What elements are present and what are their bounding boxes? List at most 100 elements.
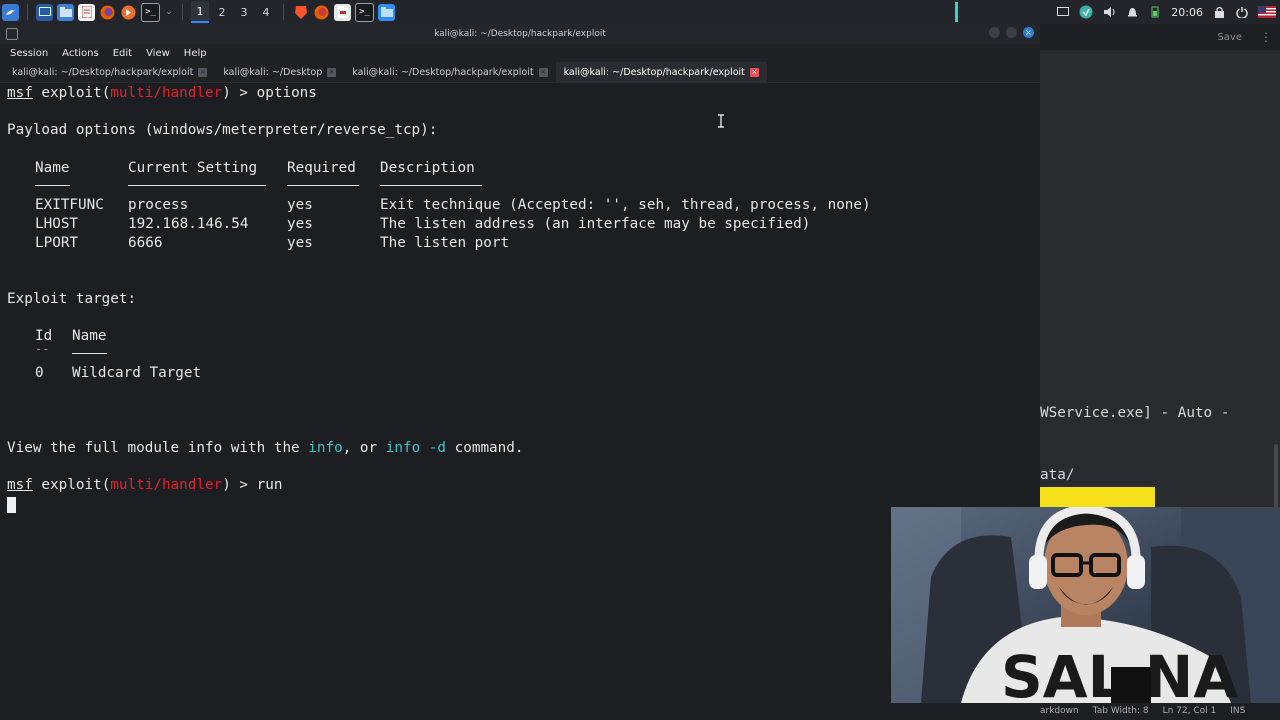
- tab-close-icon[interactable]: ×: [198, 67, 208, 77]
- volume-icon[interactable]: [1102, 5, 1116, 19]
- prompt-suffix: ) >: [222, 85, 257, 101]
- panel-launchers: >_ ⌄ 1 2 3 4 >_: [0, 0, 395, 24]
- header-underline: [380, 185, 482, 186]
- terminal-window[interactable]: kali@kali: ~/Desktop/hackpark/exploit × …: [0, 24, 1040, 720]
- terminal-tabbar: kali@kali: ~/Desktop/hackpark/exploit × …: [0, 62, 1040, 83]
- us-flag-icon[interactable]: [1258, 5, 1276, 19]
- workspace-3[interactable]: 3: [235, 2, 253, 22]
- menu-edit[interactable]: Edit: [113, 48, 132, 59]
- option-description: The listen port: [380, 235, 510, 251]
- header-underline: [128, 185, 266, 186]
- target-id: 0: [35, 365, 44, 381]
- window-titlebar[interactable]: kali@kali: ~/Desktop/hackpark/exploit ×: [0, 24, 1040, 44]
- info-command: info: [308, 440, 343, 456]
- option-name: LHOST: [35, 216, 79, 232]
- menu-actions[interactable]: Actions: [62, 48, 99, 59]
- minimize-button[interactable]: [989, 27, 1000, 38]
- insert-mode: INS: [1230, 706, 1246, 716]
- network-icon[interactable]: [1079, 5, 1093, 19]
- tab-label: kali@kali: ~/Desktop/hackpark/exploit: [352, 66, 534, 78]
- maximize-button[interactable]: [1006, 27, 1017, 38]
- panel-separator: [182, 4, 183, 20]
- option-description: The listen address (an interface may be …: [380, 216, 811, 232]
- tab-close-icon[interactable]: ×: [749, 67, 759, 77]
- pdf-icon[interactable]: [334, 3, 351, 21]
- webcam-person-image: SAL NA: [891, 507, 1280, 703]
- tab-close-icon[interactable]: ×: [327, 67, 337, 77]
- col-header-name: Name: [35, 160, 70, 176]
- info-post: command.: [446, 440, 524, 456]
- info-line: View the full module info with the info,…: [7, 439, 523, 457]
- option-required: yes: [287, 235, 313, 251]
- option-setting: 192.168.146.54: [128, 216, 249, 232]
- tab-label: kali@kali: ~/Desktop: [223, 66, 323, 78]
- window-menu-icon[interactable]: [6, 28, 18, 40]
- screen-icon[interactable]: [1056, 5, 1070, 19]
- firefox-icon[interactable]: [99, 4, 116, 21]
- lock-icon[interactable]: [1212, 5, 1226, 19]
- menu-view[interactable]: View: [146, 48, 170, 59]
- option-description: Exit technique (Accepted: '', seh, threa…: [380, 197, 871, 213]
- exploit-target-heading: Exploit target:: [7, 291, 137, 307]
- text-editor-icon[interactable]: [78, 3, 95, 21]
- col-header-description: Description: [380, 160, 475, 176]
- notification-bell-icon[interactable]: [1125, 5, 1139, 19]
- option-required: yes: [287, 197, 313, 213]
- panel-separator: [27, 4, 28, 20]
- terminal-tab-3[interactable]: kali@kali: ~/Desktop/hackpark/exploit ×: [344, 62, 555, 82]
- power-icon[interactable]: [1235, 5, 1249, 19]
- chevron-down-icon[interactable]: ⌄: [164, 4, 174, 21]
- show-desktop-icon[interactable]: [36, 3, 53, 21]
- close-button[interactable]: ×: [1023, 27, 1034, 38]
- terminal-icon[interactable]: >_: [355, 2, 374, 22]
- payload-options-heading: Payload options (windows/meterpreter/rev…: [7, 122, 438, 138]
- info-pre: View the full module info with the: [7, 440, 309, 456]
- window-title: kali@kali: ~/Desktop/hackpark/exploit: [434, 29, 606, 39]
- command-text: options: [256, 85, 317, 101]
- terminal-tab-1[interactable]: kali@kali: ~/Desktop/hackpark/exploit ×: [4, 62, 215, 82]
- option-required: yes: [287, 216, 313, 232]
- language-selector[interactable]: arkdown: [1040, 706, 1079, 716]
- menu-session[interactable]: Session: [10, 48, 48, 59]
- terminal-icon[interactable]: >_: [141, 2, 160, 22]
- firefox-icon[interactable]: [313, 4, 330, 21]
- top-panel: >_ ⌄ 1 2 3 4 >_ 20:06: [0, 0, 1280, 25]
- col-header-setting: Current Setting: [128, 160, 258, 176]
- battery-icon[interactable]: [1148, 5, 1162, 19]
- cursor-position[interactable]: Ln 72, Col 1: [1163, 706, 1217, 716]
- prompt-prefix: exploit(: [32, 477, 111, 493]
- clock[interactable]: 20:06: [1171, 6, 1203, 19]
- target-name: Wildcard Target: [72, 365, 202, 381]
- editor-toolbar: Save ⋮: [1040, 24, 1280, 50]
- kebab-menu-icon[interactable]: ⋮: [1260, 30, 1272, 44]
- option-setting: process: [128, 197, 189, 213]
- terminal-cursor: [7, 497, 16, 513]
- info-mid: , or: [342, 440, 386, 456]
- mouse-ibeam-icon: [716, 114, 726, 128]
- file-manager-icon[interactable]: [57, 3, 74, 21]
- module-name: multi/handler: [110, 477, 223, 493]
- terminal-tab-4[interactable]: kali@kali: ~/Desktop/hackpark/exploit ×: [555, 62, 767, 82]
- header-underline: [287, 185, 359, 186]
- editor-text-line: ata/: [1040, 467, 1075, 483]
- menu-help[interactable]: Help: [184, 48, 207, 59]
- workspace-2[interactable]: 2: [213, 2, 231, 22]
- kali-menu-icon[interactable]: [2, 3, 19, 21]
- workspace-4[interactable]: 4: [257, 2, 275, 22]
- brave-icon[interactable]: [292, 4, 309, 21]
- system-tray: 20:06: [955, 0, 1280, 24]
- burp-icon[interactable]: [120, 4, 137, 21]
- prompt-suffix: ) >: [222, 477, 257, 493]
- save-button[interactable]: Save: [1209, 30, 1250, 45]
- prompt-line: msf exploit(multi/handler) > options: [7, 84, 317, 102]
- folder-icon[interactable]: [378, 3, 395, 21]
- msf-prompt: msf: [7, 85, 33, 101]
- module-name: multi/handler: [110, 85, 223, 101]
- cpu-graph-icon: [955, 2, 959, 22]
- tab-width-selector[interactable]: Tab Width: 8: [1093, 706, 1149, 716]
- tab-close-icon[interactable]: ×: [538, 67, 548, 77]
- option-name: EXITFUNC: [35, 197, 104, 213]
- terminal-tab-2[interactable]: kali@kali: ~/Desktop ×: [215, 62, 344, 82]
- workspace-1[interactable]: 1: [191, 1, 209, 23]
- prompt-line: msf exploit(multi/handler) > run: [7, 476, 282, 494]
